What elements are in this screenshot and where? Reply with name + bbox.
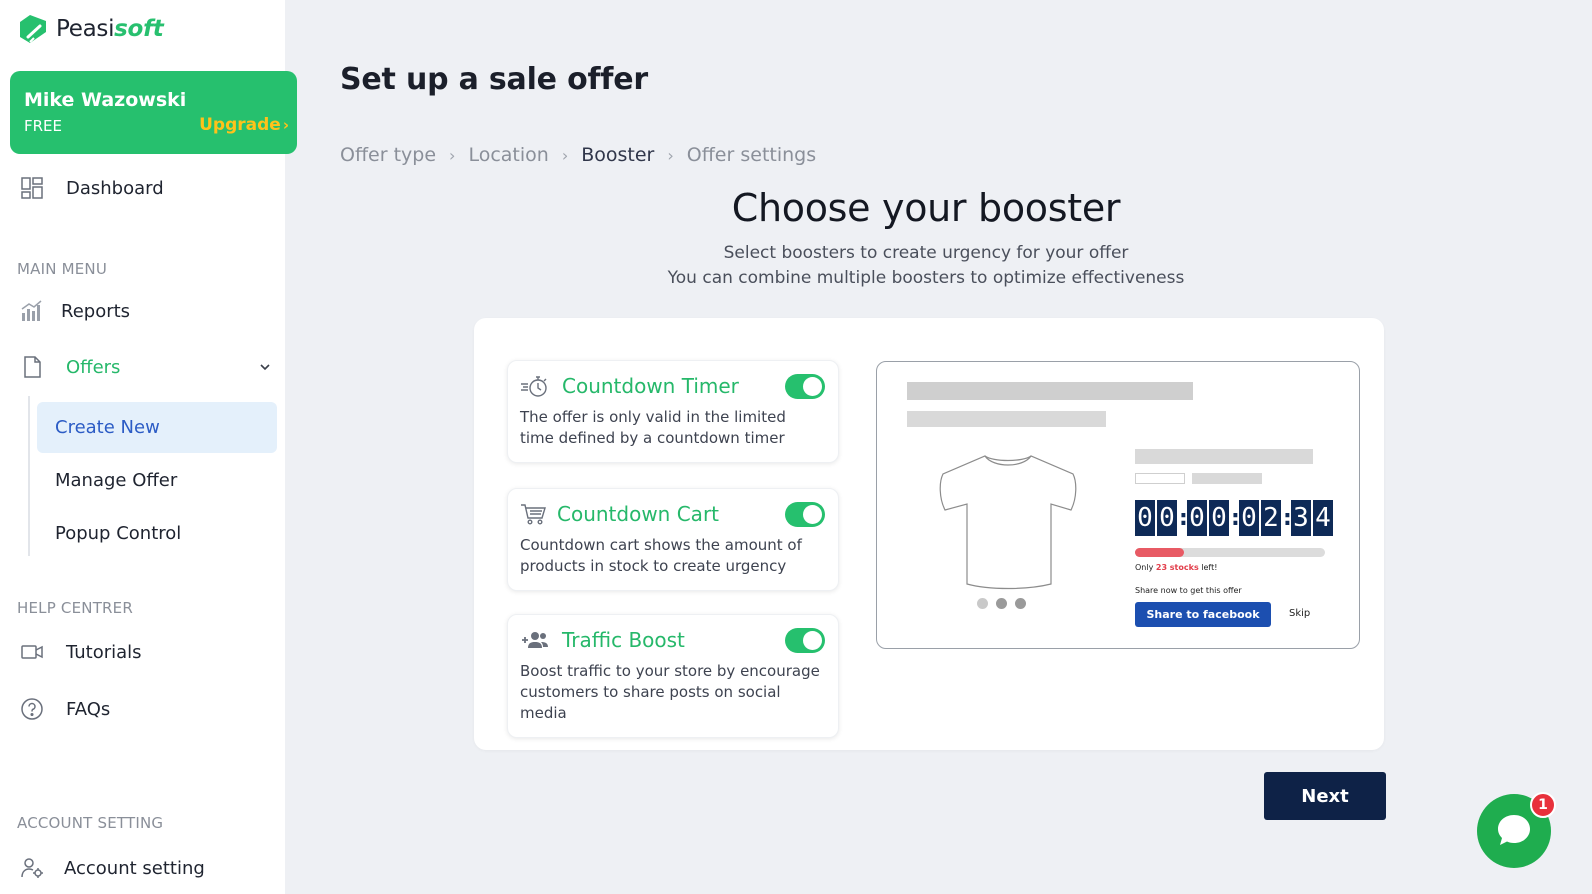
countdown-cart-toggle[interactable] bbox=[785, 502, 825, 527]
countdown-timer-toggle[interactable] bbox=[785, 374, 825, 399]
booster-description: Countdown cart shows the amount of produ… bbox=[520, 536, 802, 575]
peasisoft-logo-icon bbox=[20, 15, 46, 43]
document-icon bbox=[20, 355, 44, 379]
brand-logo[interactable]: Peasisoft bbox=[16, 12, 164, 46]
section-label-main-menu: MAIN MENU bbox=[17, 260, 108, 278]
timer-digit: 0 bbox=[1187, 500, 1207, 536]
chat-notification-badge: 1 bbox=[1530, 792, 1556, 818]
carousel-dot[interactable] bbox=[1015, 598, 1026, 609]
sidebar-item-faqs[interactable]: FAQs bbox=[20, 697, 110, 721]
sidebar-item-dashboard[interactable]: Dashboard bbox=[20, 176, 164, 200]
timer-digit: 0 bbox=[1209, 500, 1229, 536]
section-label-account-setting: ACCOUNT SETTING bbox=[17, 814, 164, 832]
sidebar-item-label: Account setting bbox=[64, 857, 205, 879]
user-name: Mike Wazowski bbox=[24, 89, 187, 111]
stock-progress-bar bbox=[1135, 548, 1325, 557]
share-prompt: Share now to get this offer bbox=[1135, 586, 1242, 595]
stopwatch-icon bbox=[520, 374, 550, 398]
timer-digit: 4 bbox=[1313, 500, 1333, 536]
booster-card-countdown-cart[interactable]: Countdown Cart Countdown cart shows the … bbox=[507, 488, 839, 591]
breadcrumb-step-offer-type[interactable]: Offer type bbox=[340, 144, 436, 166]
section-label-help-centrer: HELP CENTRER bbox=[17, 599, 133, 617]
page-title: Set up a sale offer bbox=[340, 62, 648, 97]
sidebar: Peasisoft Mike Wazowski FREE Upgrade › D… bbox=[0, 0, 297, 894]
timer-colon: : bbox=[1179, 505, 1188, 531]
timer-digit: 0 bbox=[1239, 500, 1259, 536]
traffic-boost-toggle[interactable] bbox=[785, 628, 825, 653]
user-settings-icon bbox=[20, 856, 44, 880]
section-subtitle-1: Select boosters to create urgency for yo… bbox=[723, 243, 1129, 263]
submenu-item-manage-offer[interactable]: Manage Offer bbox=[37, 455, 277, 506]
stock-text: Only 23 stocks left! bbox=[1135, 563, 1218, 572]
sidebar-item-label: Dashboard bbox=[66, 177, 164, 199]
sidebar-item-offers[interactable]: Offers bbox=[20, 355, 120, 379]
skeleton-line bbox=[1192, 473, 1262, 484]
question-circle-icon bbox=[20, 697, 44, 721]
skeleton-line bbox=[1135, 449, 1313, 464]
booster-description: Boost traffic to your store by encourage… bbox=[520, 662, 820, 722]
chevron-right-icon: › bbox=[561, 145, 569, 165]
stock-progress-fill bbox=[1135, 548, 1185, 557]
sidebar-item-label: Reports bbox=[61, 300, 131, 322]
booster-title: Traffic Boost bbox=[562, 628, 685, 652]
user-card: Mike Wazowski FREE Upgrade › bbox=[10, 71, 297, 154]
next-button[interactable]: Next bbox=[1264, 772, 1386, 820]
section-subtitle-2: You can combine multiple boosters to opt… bbox=[667, 268, 1185, 288]
toggle-knob bbox=[803, 631, 822, 650]
booster-title: Countdown Timer bbox=[562, 374, 739, 398]
booster-description: The offer is only valid in the limited t… bbox=[520, 408, 786, 447]
timer-colon: : bbox=[1231, 505, 1240, 531]
carousel-dot[interactable] bbox=[996, 598, 1007, 609]
sidebar-item-tutorials[interactable]: Tutorials bbox=[20, 640, 142, 664]
toggle-knob bbox=[803, 377, 822, 396]
bar-chart-icon bbox=[20, 299, 44, 323]
share-to-facebook-button[interactable]: Share to facebook bbox=[1135, 602, 1271, 627]
video-camera-icon bbox=[20, 640, 44, 664]
add-users-icon bbox=[520, 628, 550, 652]
breadcrumb-step-booster[interactable]: Booster bbox=[581, 144, 654, 166]
breadcrumb: Offer type › Location › Booster › Offer … bbox=[340, 144, 816, 166]
skeleton-line bbox=[907, 382, 1193, 400]
upgrade-link[interactable]: Upgrade › bbox=[199, 115, 289, 135]
submenu-item-create-new[interactable]: Create New bbox=[37, 402, 277, 453]
chat-bubble-icon bbox=[1498, 815, 1530, 845]
timer-digit: 0 bbox=[1135, 500, 1155, 536]
toggle-knob bbox=[803, 505, 822, 524]
chevron-down-icon[interactable] bbox=[258, 360, 272, 374]
section-heading: Choose your booster bbox=[731, 186, 1121, 230]
upgrade-label: Upgrade bbox=[199, 115, 281, 135]
brand-name: Peasisoft bbox=[56, 16, 164, 42]
timer-digit: 2 bbox=[1261, 500, 1281, 536]
booster-card-countdown-timer[interactable]: Countdown Timer The offer is only valid … bbox=[507, 360, 839, 463]
skip-link[interactable]: Skip bbox=[1289, 608, 1310, 619]
sidebar-item-label: FAQs bbox=[66, 698, 111, 720]
skeleton-line bbox=[907, 411, 1106, 427]
booster-title: Countdown Cart bbox=[557, 502, 720, 526]
breadcrumb-step-location[interactable]: Location bbox=[468, 144, 548, 166]
chevron-right-icon: › bbox=[667, 145, 674, 165]
timer-digit: 3 bbox=[1291, 500, 1311, 536]
skeleton-box bbox=[1135, 473, 1185, 484]
countdown-timer-display: 0 0 : 0 0 : 0 2 : 3 4 bbox=[1135, 500, 1335, 536]
breadcrumb-step-offer-settings[interactable]: Offer settings bbox=[687, 144, 816, 166]
booster-preview: 0 0 : 0 0 : 0 2 : 3 4 Only 23 stocks lef… bbox=[876, 361, 1360, 649]
chevron-right-icon: › bbox=[449, 145, 456, 165]
cart-icon bbox=[520, 502, 550, 526]
sidebar-item-label: Offers bbox=[66, 356, 121, 378]
booster-card-traffic-boost[interactable]: Traffic Boost Boost traffic to your stor… bbox=[507, 614, 839, 738]
sidebar-item-label: Tutorials bbox=[66, 641, 142, 663]
timer-digit: 0 bbox=[1157, 500, 1177, 536]
timer-colon: : bbox=[1283, 505, 1292, 531]
sidebar-item-account-setting[interactable]: Account setting bbox=[20, 856, 205, 880]
submenu-divider bbox=[28, 396, 30, 556]
sidebar-item-reports[interactable]: Reports bbox=[20, 299, 130, 323]
user-plan: FREE bbox=[24, 117, 63, 135]
submenu-item-popup-control[interactable]: Popup Control bbox=[37, 508, 277, 559]
carousel-dot[interactable] bbox=[977, 598, 988, 609]
chevron-right-icon: › bbox=[282, 116, 289, 134]
dashboard-icon bbox=[20, 176, 44, 200]
tshirt-icon bbox=[939, 455, 1077, 590]
carousel-dots bbox=[977, 598, 1034, 609]
